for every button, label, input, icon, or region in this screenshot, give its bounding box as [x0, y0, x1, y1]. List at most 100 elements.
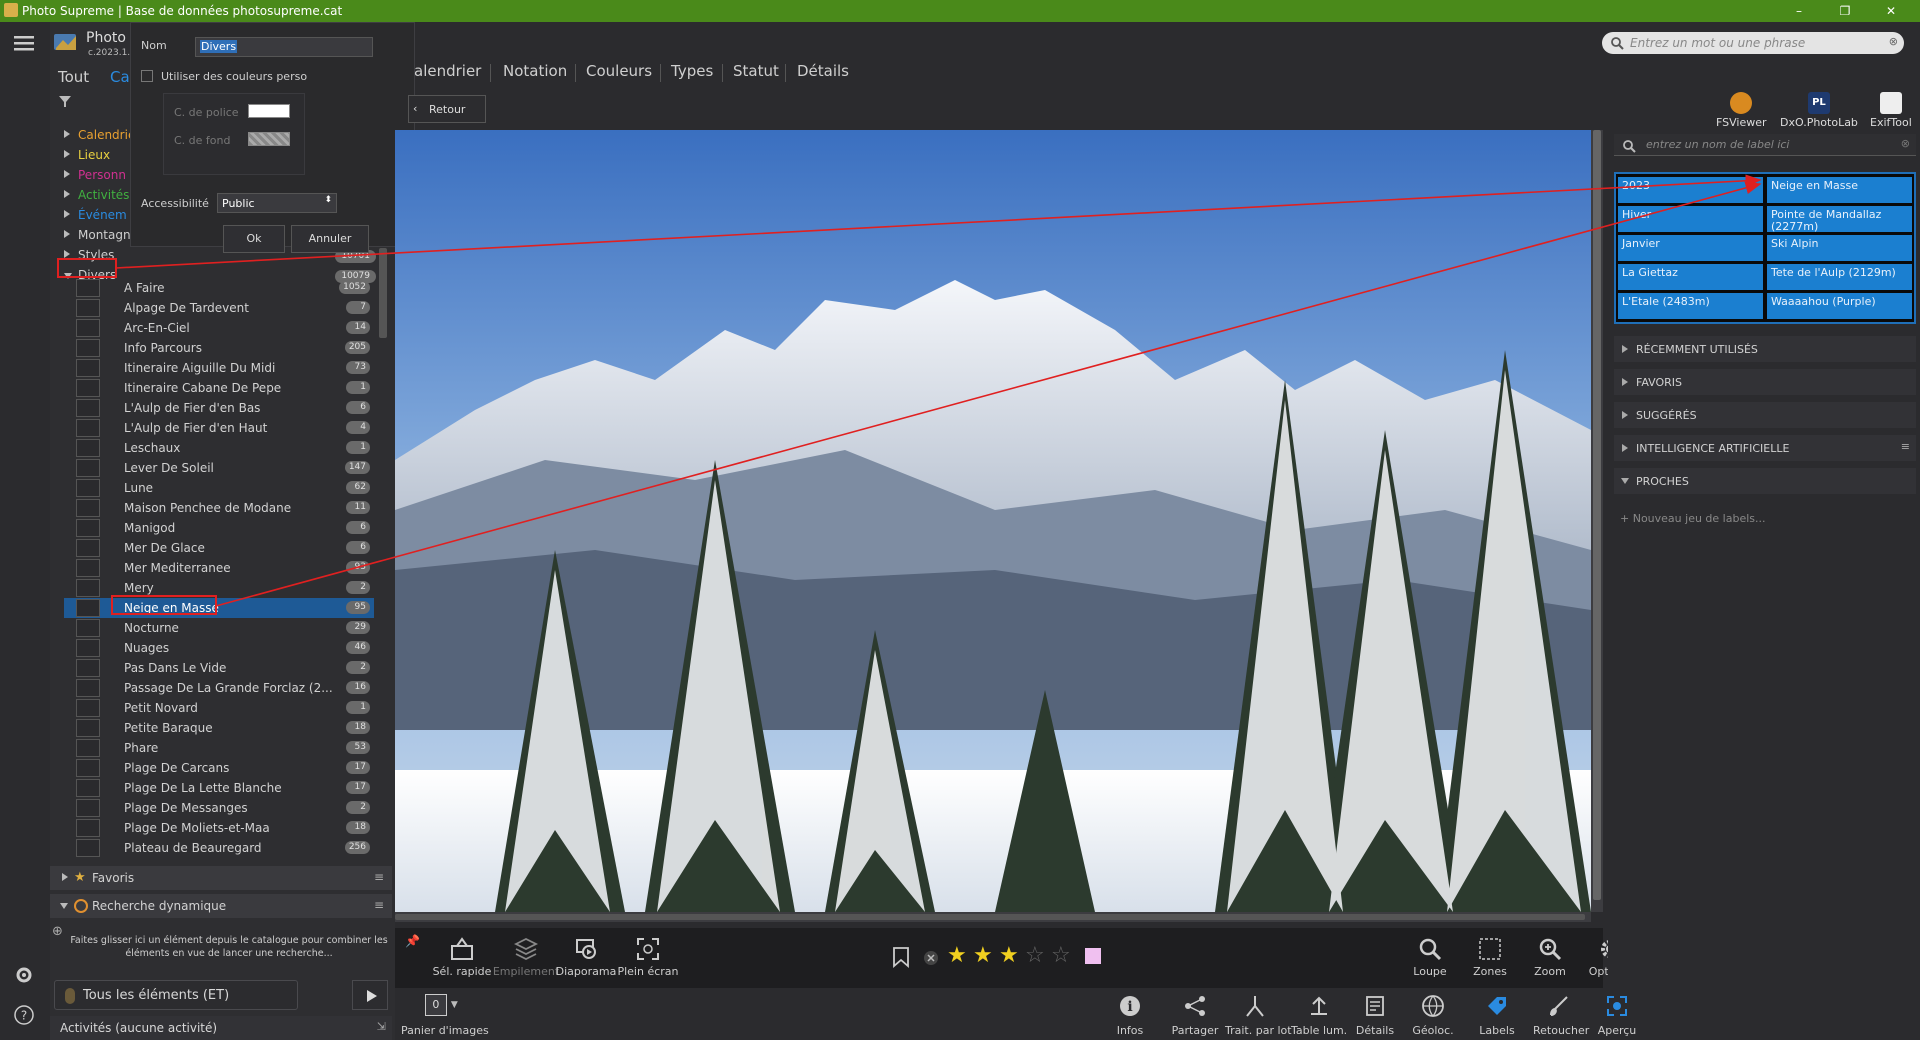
category-item[interactable]: Mer De Glace 6 [64, 538, 374, 558]
plugin-exiftool[interactable]: ExifTool [1870, 92, 1912, 129]
expand-arrow-icon[interactable] [64, 130, 70, 138]
tab-couleurs[interactable]: Couleurs [586, 62, 652, 80]
item-checkbox[interactable] [76, 319, 100, 337]
item-checkbox[interactable] [76, 479, 100, 497]
help-icon[interactable]: ? [13, 1004, 35, 1026]
expand-icon[interactable]: ⇲ [377, 1020, 386, 1033]
run-search-button[interactable] [352, 980, 388, 1010]
category-item[interactable]: Info Parcours 205 [64, 338, 374, 358]
tab-notation[interactable]: Notation [503, 62, 567, 80]
section-menu-icon[interactable]: ≡ [374, 870, 384, 884]
category-item[interactable]: Mer Mediterranee 93 [64, 558, 374, 578]
item-checkbox[interactable] [76, 799, 100, 817]
infos-button[interactable]: i Infos [1110, 994, 1150, 1037]
item-checkbox[interactable] [76, 439, 100, 457]
back-button[interactable]: ‹ Retour [408, 95, 486, 123]
dynamic-search-section[interactable]: Recherche dynamique ≡ [50, 894, 392, 918]
activities-bar[interactable]: Activités (aucune activité) ⇲ [50, 1016, 392, 1040]
assigned-label[interactable]: Pointe de Mandallaz (2277m) [1767, 206, 1912, 233]
item-checkbox[interactable] [76, 459, 100, 477]
item-checkbox[interactable] [76, 599, 100, 617]
batch-button[interactable]: Trait. par lot [1225, 994, 1292, 1037]
assigned-label[interactable]: L'Etale (2483m) [1618, 293, 1763, 319]
item-checkbox[interactable] [76, 719, 100, 737]
light-table-button[interactable]: Table lum. [1291, 994, 1347, 1037]
favorites-section[interactable]: ★ Favoris ≡ [50, 866, 392, 890]
item-checkbox[interactable] [76, 299, 100, 317]
slideshow-button[interactable]: Diaporama [551, 936, 621, 978]
category-item[interactable]: Leschaux 1 [64, 438, 374, 458]
category-item[interactable]: Lever De Soleil 147 [64, 458, 374, 478]
assigned-label[interactable]: Janvier [1618, 235, 1763, 261]
item-checkbox[interactable] [76, 679, 100, 697]
section-nearby[interactable]: PROCHES [1614, 468, 1916, 494]
expand-arrow-icon[interactable] [64, 230, 70, 238]
fullscreen-button[interactable]: Plein écran [613, 936, 683, 978]
item-checkbox[interactable] [76, 499, 100, 517]
close-button[interactable]: ✕ [1868, 0, 1914, 22]
expand-arrow-icon[interactable] [64, 190, 70, 198]
bookmark-icon[interactable] [891, 946, 911, 968]
category-item[interactable]: Nuages 46 [64, 638, 374, 658]
assigned-label[interactable]: Tete de l'Aulp (2129m) [1767, 264, 1912, 290]
item-checkbox[interactable] [76, 619, 100, 637]
item-checkbox[interactable] [76, 539, 100, 557]
category-item[interactable]: Nocturne 29 [64, 618, 374, 638]
geoloc-button[interactable]: Géoloc. [1411, 994, 1455, 1037]
category-item[interactable]: Phare 53 [64, 738, 374, 758]
section-menu-icon[interactable]: ≡ [1901, 440, 1910, 453]
item-checkbox[interactable] [76, 339, 100, 357]
item-checkbox[interactable] [76, 359, 100, 377]
category-item[interactable]: Neige en Masse 95 [64, 598, 374, 618]
category-item[interactable]: Plateau de Beauregard 256 [64, 838, 374, 858]
item-checkbox[interactable] [76, 579, 100, 597]
plugin-fsviewer[interactable]: FSViewer [1716, 92, 1767, 129]
accessibility-select[interactable]: Public ⬍ [217, 193, 337, 213]
font-color-swatch[interactable] [248, 104, 290, 118]
item-checkbox[interactable] [76, 739, 100, 757]
tab-catalog[interactable]: Ca [110, 68, 130, 86]
category-item[interactable]: Plage De La Lette Blanche 17 [64, 778, 374, 798]
assigned-label[interactable]: La Giettaz [1618, 264, 1763, 290]
photo-preview[interactable] [395, 130, 1591, 912]
tab-types[interactable]: Types [671, 62, 713, 80]
item-checkbox[interactable] [76, 399, 100, 417]
image-basket-button[interactable]: 0 ▼ Panier d'images [401, 994, 489, 1037]
catalog-scrollbar[interactable] [378, 248, 388, 868]
assigned-label[interactable]: Hiver [1618, 206, 1763, 232]
reject-icon[interactable] [923, 950, 939, 966]
item-checkbox[interactable] [76, 419, 100, 437]
category-item[interactable]: Alpage De Tardevent 7 [64, 298, 374, 318]
star-icon[interactable]: ★ [999, 944, 1025, 968]
tab-calendrier[interactable]: alendrier [414, 62, 481, 80]
category-item[interactable]: Manigod 6 [64, 518, 374, 538]
item-checkbox[interactable] [76, 639, 100, 657]
category-item[interactable]: A Faire 1052 [64, 278, 374, 298]
assigned-label[interactable]: Waaaahou (Purple) [1767, 293, 1912, 319]
new-label-set[interactable]: + Nouveau jeu de labels... [1620, 512, 1766, 525]
bg-color-swatch[interactable] [248, 132, 290, 146]
section-menu-icon[interactable]: ≡ [374, 898, 384, 912]
category-item[interactable]: Petite Baraque 18 [64, 718, 374, 738]
tab-details[interactable]: Détails [797, 62, 849, 80]
category-item[interactable]: Plage De Moliets-et-Maa 18 [64, 818, 374, 838]
item-checkbox[interactable] [76, 659, 100, 677]
star-rating[interactable]: ★ ★ ★ ☆ ☆ [947, 944, 1077, 968]
assigned-label[interactable]: Neige en Masse [1767, 177, 1912, 203]
category-item[interactable]: Itineraire Aiguille Du Midi 73 [64, 358, 374, 378]
plugin-dxo[interactable]: PL DxO.PhotoLab [1780, 92, 1858, 129]
minimize-button[interactable]: – [1776, 0, 1822, 22]
category-item[interactable]: Pas Dans Le Vide 2 [64, 658, 374, 678]
maximize-button[interactable]: ❐ [1822, 0, 1868, 22]
settings-gear-icon[interactable] [13, 964, 35, 986]
section-favorites[interactable]: FAVORIS [1614, 369, 1916, 395]
ok-button[interactable]: Ok [223, 225, 285, 253]
clear-icon[interactable]: ⊗ [1889, 35, 1898, 48]
item-checkbox[interactable] [76, 759, 100, 777]
item-checkbox[interactable] [76, 699, 100, 717]
color-label-swatch[interactable] [1085, 948, 1101, 964]
category-item[interactable]: Plage De Carcans 17 [64, 758, 374, 778]
category-item[interactable]: Arc-En-Ciel 14 [64, 318, 374, 338]
section-suggested[interactable]: SUGGÉRÉS [1614, 402, 1916, 428]
expand-arrow-icon[interactable] [64, 250, 70, 258]
